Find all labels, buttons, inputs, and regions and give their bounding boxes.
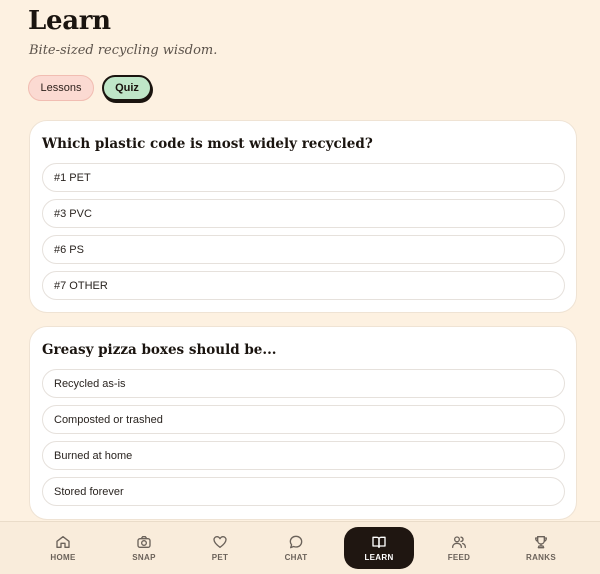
nav-item-ranks[interactable]: RANKS <box>506 522 576 574</box>
learn-screen: Learn Bite-sized recycling wisdom. Lesso… <box>0 0 600 574</box>
quiz-option[interactable]: #7 OTHER <box>42 271 565 300</box>
camera-icon <box>137 536 151 548</box>
quiz-option[interactable]: Recycled as-is <box>42 369 565 398</box>
nav-label: FEED <box>447 553 471 562</box>
nav-item-pet[interactable]: PET <box>185 522 255 574</box>
mode-toggle: Lessons Quiz <box>28 75 152 101</box>
quiz-card: Greasy pizza boxes should be... Recycled… <box>29 326 577 520</box>
nav-label: RANKS <box>526 553 556 562</box>
tab-quiz[interactable]: Quiz <box>102 75 152 101</box>
nav-item-feed[interactable]: FEED <box>424 522 494 574</box>
chat-icon <box>289 535 303 549</box>
quiz-option[interactable]: #1 PET <box>42 163 565 192</box>
quiz-option[interactable]: Composted or trashed <box>42 405 565 434</box>
quiz-question: Greasy pizza boxes should be... <box>42 342 277 358</box>
quiz-question: Which plastic code is most widely recycl… <box>42 136 373 152</box>
nav-item-chat[interactable]: CHAT <box>261 522 331 574</box>
nav-label: HOME <box>50 553 76 562</box>
nav-item-home[interactable]: HOME <box>28 522 98 574</box>
quiz-option[interactable]: #3 PVC <box>42 199 565 228</box>
heart-icon <box>213 536 227 548</box>
book-icon <box>372 536 386 548</box>
nav-label: PET <box>211 553 229 562</box>
bottom-nav: HOME SNAP PET CHAT LEARN FEED RANKS <box>0 521 600 574</box>
trophy-icon <box>535 536 547 549</box>
users-icon <box>452 536 466 548</box>
quiz-option[interactable]: Stored forever <box>42 477 565 506</box>
quiz-option[interactable]: #6 PS <box>42 235 565 264</box>
nav-item-snap[interactable]: SNAP <box>109 522 179 574</box>
nav-item-learn[interactable]: LEARN <box>344 522 414 574</box>
home-icon <box>56 536 70 548</box>
nav-label: SNAP <box>132 553 156 562</box>
quiz-option[interactable]: Burned at home <box>42 441 565 470</box>
page-title: Learn <box>28 6 111 36</box>
quiz-card: Which plastic code is most widely recycl… <box>29 120 577 313</box>
nav-label: LEARN <box>364 553 394 562</box>
quiz-options: #1 PET #3 PVC #6 PS #7 OTHER <box>42 163 565 307</box>
nav-label: CHAT <box>284 553 308 562</box>
page-subtitle: Bite-sized recycling wisdom. <box>29 43 218 58</box>
tab-lessons[interactable]: Lessons <box>28 75 94 101</box>
quiz-options: Recycled as-is Composted or trashed Burn… <box>42 369 565 513</box>
